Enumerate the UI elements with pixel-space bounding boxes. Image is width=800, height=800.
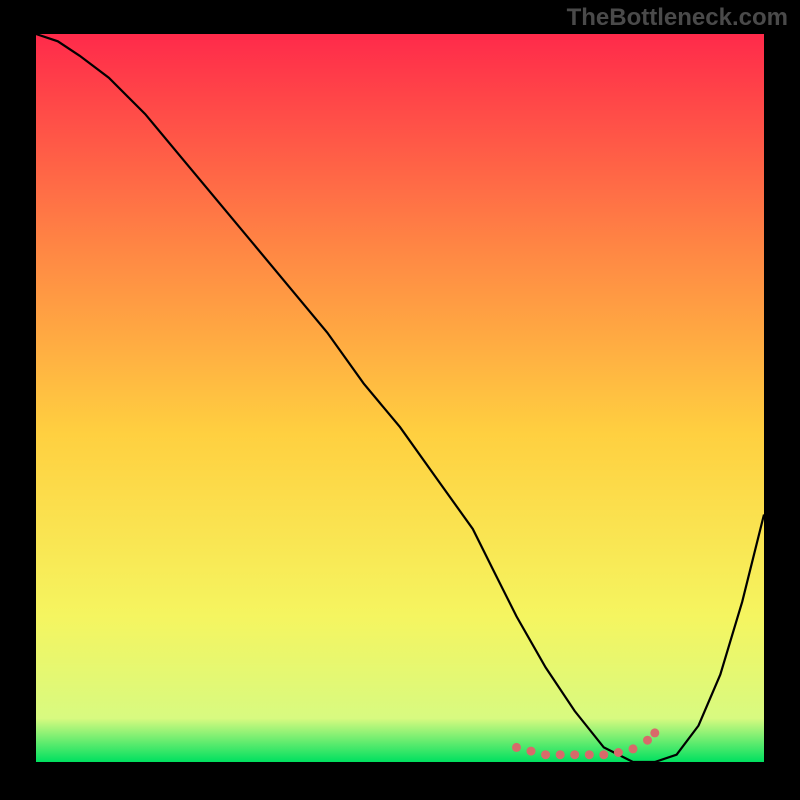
baseline-dot <box>614 748 623 757</box>
baseline-dot <box>570 750 579 759</box>
chart-svg <box>36 34 764 762</box>
baseline-dot <box>556 750 565 759</box>
watermark-text: TheBottleneck.com <box>567 4 788 32</box>
gradient-background <box>36 34 764 762</box>
baseline-dot <box>585 750 594 759</box>
baseline-dot <box>650 728 659 737</box>
baseline-dot <box>643 736 652 745</box>
baseline-dot <box>599 750 608 759</box>
baseline-dot <box>512 743 521 752</box>
chart-plot-area <box>36 34 764 762</box>
baseline-dot <box>527 747 536 756</box>
baseline-dot <box>629 744 638 753</box>
baseline-dot <box>541 750 550 759</box>
